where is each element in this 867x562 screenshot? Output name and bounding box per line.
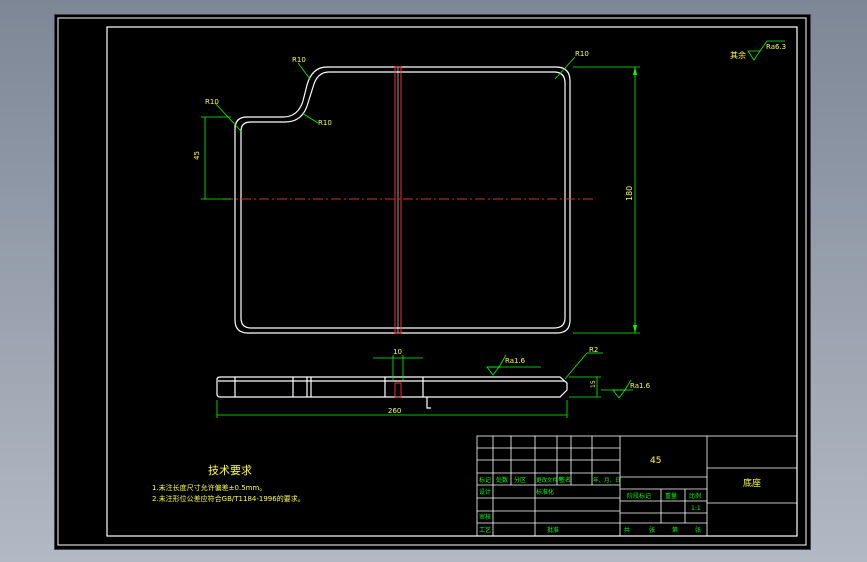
tb-col-zone: 分区 xyxy=(514,476,526,484)
rough-top-text: Ra1.6 xyxy=(505,357,526,365)
tb-checker: 审核 xyxy=(479,513,491,521)
leader-r-top-left xyxy=(297,62,311,80)
side-outline xyxy=(216,376,568,398)
rough-general-symbol xyxy=(747,50,761,61)
r-left-text: R10 xyxy=(205,98,219,106)
rough-top-symbol xyxy=(486,366,500,376)
tb-designer: 设计 xyxy=(479,488,491,496)
requirement-item-2: 2.未注形位公差应符合GB/T1184-1996的要求。 xyxy=(152,494,305,503)
tb-col-mark: 标记 xyxy=(479,476,491,484)
tb-total: 共 xyxy=(624,526,630,534)
r-top-left-text: R10 xyxy=(292,56,306,64)
tb-material: 45 xyxy=(650,456,661,466)
plate-inner-outline xyxy=(240,71,566,329)
other-label: 其余 xyxy=(730,50,746,60)
leader-r-top-right xyxy=(554,56,576,80)
tb-scale: 1:1 xyxy=(691,505,701,512)
dim-arrow-down xyxy=(633,325,637,333)
r-notch-text: R10 xyxy=(318,119,332,127)
requirement-item-1: 1.未注长度尺寸允许偏差±0.5mm。 xyxy=(152,483,266,492)
requirements-title: 技术要求 xyxy=(208,464,252,477)
tb-part-name: 底座 xyxy=(743,477,761,489)
leader-chamfer xyxy=(564,352,588,380)
front-view: 10 Ra1.6 R2 15 Ra1.6 260 xyxy=(216,346,651,418)
dim-thick-text: 15 xyxy=(590,380,597,388)
dim-height-text: 180 xyxy=(625,186,634,201)
cad-drawing: 180 45 R10 R10 R10 R10 10 Ra1.6 R2 15 Ra… xyxy=(57,17,807,546)
chamfer-text: R2 xyxy=(589,346,598,354)
leader-r-notch xyxy=(301,112,319,124)
plan-view: 180 45 R10 R10 R10 R10 xyxy=(193,50,640,334)
dim-arrow-up xyxy=(633,67,637,75)
outer-border xyxy=(57,17,807,546)
tb-col-date: 年、月、日 xyxy=(593,476,621,484)
tb-weight: 重量 xyxy=(665,492,677,500)
tb-sheet: 张 xyxy=(695,526,701,534)
plate-outline xyxy=(234,66,571,334)
tb-col-sign: 签名 xyxy=(559,476,571,484)
tb-stage-mark: 阶段标记 xyxy=(627,492,651,500)
tb-process: 工艺 xyxy=(479,526,491,534)
tb-page: 第 xyxy=(672,526,678,534)
drawing-sheet: 180 45 R10 R10 R10 R10 10 Ra1.6 R2 15 Ra… xyxy=(55,15,810,549)
tb-sheets: 张 xyxy=(649,526,655,534)
rough-general-text: Ra6.3 xyxy=(766,43,786,51)
dim-notch-text: 45 xyxy=(193,151,201,160)
tb-standardize: 标准化 xyxy=(536,488,554,496)
tb-col-count: 处数 xyxy=(496,476,508,484)
technical-requirements: 技术要求 1.未注长度尺寸允许偏差±0.5mm。 2.未注形位公差应符合GB/T… xyxy=(152,464,305,503)
tb-approve: 批准 xyxy=(547,526,559,534)
tab-slot xyxy=(394,382,402,398)
tab-detail xyxy=(426,397,431,409)
dim-length-text: 260 xyxy=(388,407,401,415)
rough-side-text: Ra1.6 xyxy=(630,382,651,390)
r-top-right-text: R10 xyxy=(575,50,589,58)
tb-scale-label: 比例 xyxy=(689,492,701,500)
dim-tab-text: 10 xyxy=(393,348,402,356)
rough-side-symbol xyxy=(612,389,626,399)
general-roughness: 其余 Ra6.3 xyxy=(730,40,786,61)
